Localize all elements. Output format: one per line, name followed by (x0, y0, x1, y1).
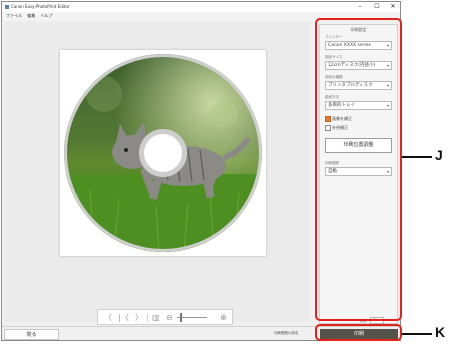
thumbnail-icon[interactable]: ▥ (152, 312, 160, 323)
zoom-in-icon[interactable]: ⊕ (220, 312, 227, 323)
disc-page (60, 50, 266, 256)
menu-edit[interactable]: 編集 (27, 13, 35, 18)
zoom-out-icon[interactable]: ⊖ (166, 312, 173, 323)
close-button[interactable]: 閉る (4, 329, 59, 340)
settings-area-highlight (315, 18, 402, 321)
print-button-highlight (315, 324, 402, 341)
window-title: Canon Easy-PhotoPrint Editor (11, 4, 70, 9)
disc-rim (64, 54, 262, 252)
nav-divider: | (146, 313, 149, 322)
first-page-icon[interactable]: |〈 (118, 312, 129, 323)
callout-j: J (435, 147, 443, 163)
preview-area: 〈 |〈 〉 | ▥ ⊖ ⊕ (4, 22, 310, 325)
callout-j-line (402, 156, 432, 158)
print-area-help-link[interactable]: 印刷範囲の設定 (274, 331, 299, 336)
callout-k: K (435, 324, 446, 340)
app-icon (5, 5, 9, 9)
callout-k-line (402, 333, 432, 335)
maximize-icon[interactable]: ☐ (369, 2, 385, 12)
preview-navigation-bar: 〈 |〈 〉 | ▥ ⊖ ⊕ (97, 309, 233, 325)
zoom-slider-handle[interactable] (180, 313, 182, 322)
close-window-icon[interactable]: ✕ (385, 2, 400, 12)
title-bar: Canon Easy-PhotoPrint Editor – ☐ ✕ (2, 2, 400, 12)
disc-image[interactable] (64, 54, 262, 252)
menu-file[interactable]: ファイル (6, 13, 22, 18)
menu-help[interactable]: ヘルプ (41, 13, 53, 18)
next-page-icon[interactable]: 〉 (135, 312, 143, 323)
prev-page-icon[interactable]: 〈 (104, 312, 112, 323)
minimize-icon[interactable]: – (352, 2, 368, 12)
